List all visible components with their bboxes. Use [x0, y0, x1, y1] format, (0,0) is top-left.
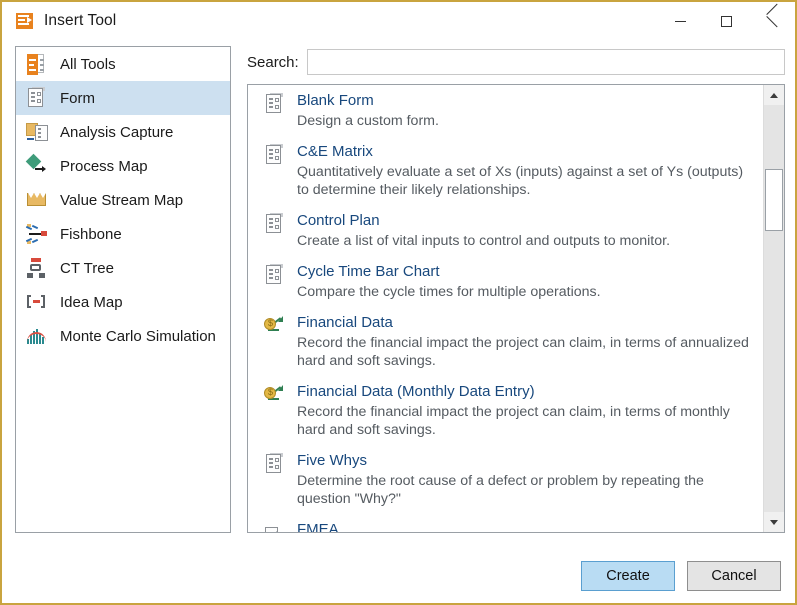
- window-title: Insert Tool: [44, 12, 116, 30]
- sidebar-item-ct-tree[interactable]: CT Tree: [16, 251, 230, 285]
- scroll-down-button[interactable]: [764, 512, 784, 532]
- close-icon: [766, 15, 779, 28]
- list-item[interactable]: Financial Data (Monthly Data Entry) Reco…: [248, 376, 764, 445]
- sidebar-item-label: Process Map: [60, 158, 148, 175]
- list-item-description: Determine the root cause of a defect or …: [297, 472, 758, 508]
- analysis-capture-icon: [26, 121, 48, 143]
- close-button[interactable]: [749, 2, 795, 40]
- minimize-button[interactable]: [657, 2, 703, 40]
- list-item-title: Five Whys: [297, 451, 758, 470]
- list-item-title: Cycle Time Bar Chart: [297, 262, 758, 281]
- sidebar-item-label: Value Stream Map: [60, 192, 183, 209]
- maximize-icon: [721, 16, 732, 27]
- dialog-footer: Create Cancel: [581, 561, 781, 591]
- list-item-title: Blank Form: [297, 91, 758, 110]
- list-item[interactable]: Financial Data Record the financial impa…: [248, 307, 764, 376]
- sidebar-item-label: Form: [60, 90, 95, 107]
- maximize-button[interactable]: [703, 2, 749, 40]
- financial-data-icon: [264, 315, 286, 339]
- list-item-description: Record the financial impact the project …: [297, 403, 758, 439]
- create-button[interactable]: Create: [581, 561, 675, 591]
- search-input[interactable]: [307, 49, 785, 75]
- list-item[interactable]: C&E Matrix Quantitatively evaluate a set…: [248, 136, 764, 205]
- document-icon: [264, 144, 286, 168]
- dialog-content: All Tools Form Analysis Ca: [2, 40, 795, 603]
- tool-list-scrollbar[interactable]: [763, 85, 784, 532]
- all-tools-icon: [26, 53, 48, 75]
- scroll-up-button[interactable]: [764, 85, 784, 105]
- sidebar-item-value-stream-map[interactable]: Value Stream Map: [16, 183, 230, 217]
- document-icon: [264, 213, 286, 237]
- fmea-icon: [264, 522, 286, 532]
- insert-tool-dialog: Insert Tool: [0, 0, 797, 605]
- sidebar-item-label: Monte Carlo Simulation: [60, 328, 216, 345]
- sidebar-item-all-tools[interactable]: All Tools: [16, 47, 230, 81]
- sidebar-item-label: CT Tree: [60, 260, 114, 277]
- list-item-description: Quantitatively evaluate a set of Xs (inp…: [297, 163, 758, 199]
- list-item[interactable]: Cycle Time Bar Chart Compare the cycle t…: [248, 256, 764, 307]
- sidebar-item-monte-carlo-simulation[interactable]: Monte Carlo Simulation: [16, 319, 230, 353]
- scroll-up-arrow: [770, 93, 778, 98]
- list-item-title: C&E Matrix: [297, 142, 758, 161]
- scroll-down-arrow: [770, 520, 778, 525]
- list-item-title: FMEA: [297, 520, 758, 532]
- category-sidebar: All Tools Form Analysis Ca: [15, 46, 231, 533]
- list-item[interactable]: Five Whys Determine the root cause of a …: [248, 445, 764, 514]
- sidebar-item-label: Idea Map: [60, 294, 123, 311]
- fishbone-icon: [26, 223, 48, 245]
- idea-map-icon: [26, 291, 48, 313]
- sidebar-item-process-map[interactable]: Process Map: [16, 149, 230, 183]
- ct-tree-icon: [26, 257, 48, 279]
- sidebar-item-idea-map[interactable]: Idea Map: [16, 285, 230, 319]
- list-item-title: Financial Data: [297, 313, 758, 332]
- tool-list: Blank Form Design a custom form. C&E Mat…: [248, 85, 764, 532]
- form-icon: [26, 87, 48, 109]
- monte-carlo-icon: [26, 325, 48, 347]
- list-item-title: Control Plan: [297, 211, 758, 230]
- financial-data-icon: [264, 384, 286, 408]
- list-item-title: Financial Data (Monthly Data Entry): [297, 382, 758, 401]
- list-item[interactable]: FMEA: [248, 514, 764, 532]
- document-icon: [264, 264, 286, 288]
- sidebar-item-label: Analysis Capture: [60, 124, 173, 141]
- title-bar: Insert Tool: [2, 2, 795, 40]
- list-item[interactable]: Blank Form Design a custom form.: [248, 85, 764, 136]
- minimize-icon: [675, 21, 686, 22]
- list-item-description: Create a list of vital inputs to control…: [297, 232, 758, 250]
- sidebar-item-label: All Tools: [60, 56, 116, 73]
- insert-tool-icon: [16, 12, 34, 30]
- search-row: Search:: [247, 49, 785, 75]
- sidebar-item-label: Fishbone: [60, 226, 122, 243]
- tool-list-panel: Blank Form Design a custom form. C&E Mat…: [247, 84, 785, 533]
- scrollbar-track[interactable]: [764, 105, 784, 512]
- value-stream-map-icon: [26, 189, 48, 211]
- process-map-icon: [26, 155, 48, 177]
- list-item-description: Record the financial impact the project …: [297, 334, 758, 370]
- scrollbar-thumb[interactable]: [765, 169, 783, 231]
- sidebar-item-analysis-capture[interactable]: Analysis Capture: [16, 115, 230, 149]
- list-item-description: Compare the cycle times for multiple ope…: [297, 283, 758, 301]
- cancel-button[interactable]: Cancel: [687, 561, 781, 591]
- search-label: Search:: [247, 54, 299, 71]
- list-item[interactable]: Control Plan Create a list of vital inpu…: [248, 205, 764, 256]
- sidebar-item-form[interactable]: Form: [16, 81, 230, 115]
- window-controls: [657, 2, 795, 40]
- document-icon: [264, 453, 286, 477]
- list-item-description: Design a custom form.: [297, 112, 758, 130]
- document-icon: [264, 93, 286, 117]
- sidebar-item-fishbone[interactable]: Fishbone: [16, 217, 230, 251]
